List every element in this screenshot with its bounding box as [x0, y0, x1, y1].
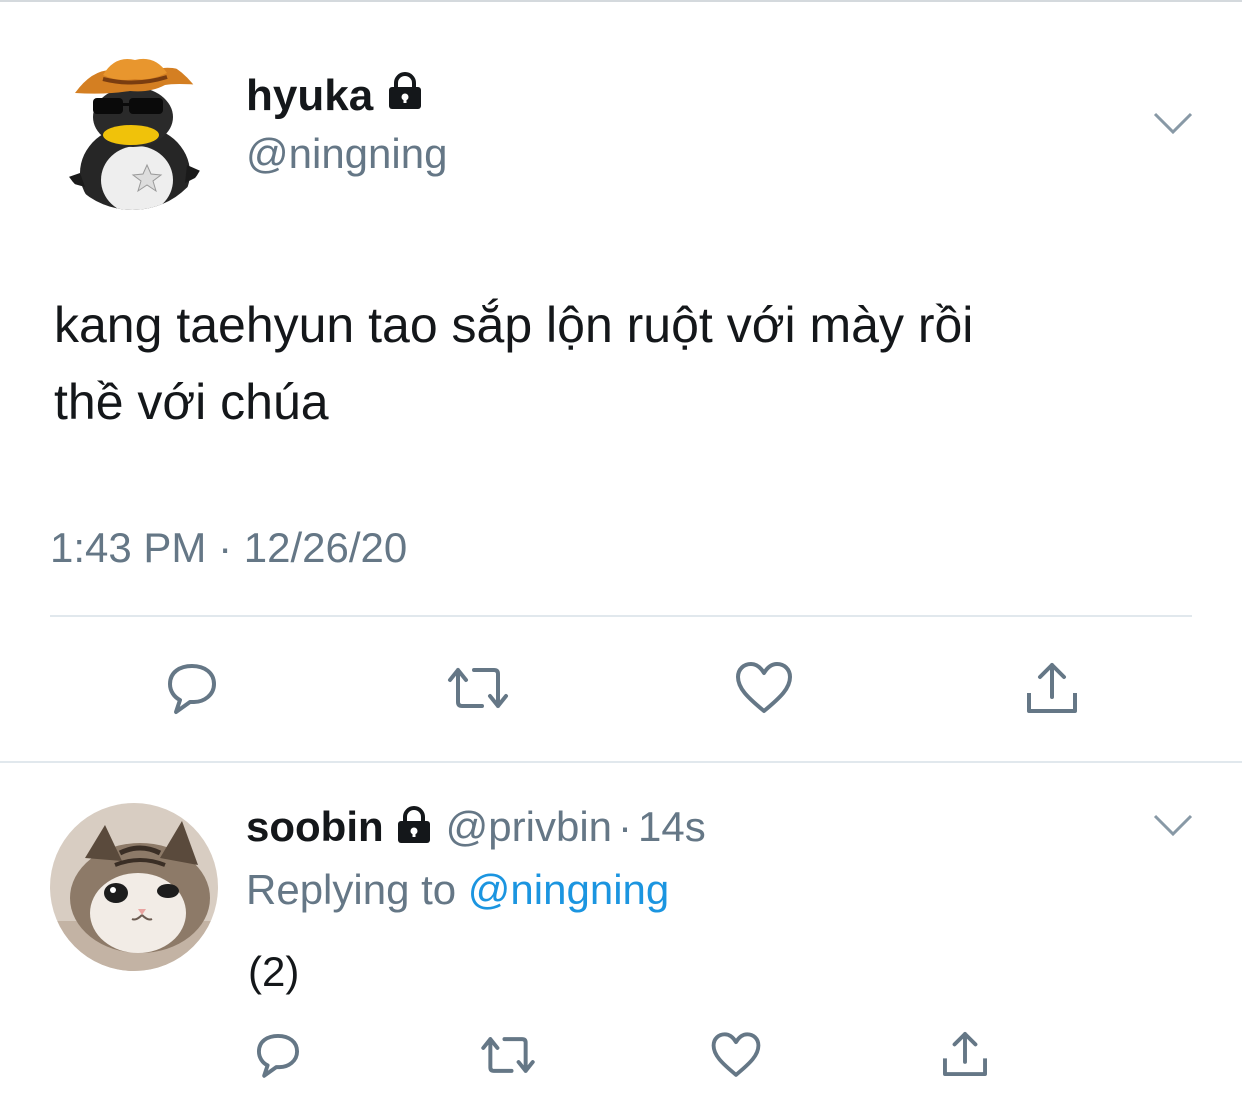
- avatar-soobin[interactable]: [50, 803, 218, 971]
- main-like-button[interactable]: [724, 652, 804, 724]
- thread-divider: [0, 761, 1242, 763]
- retweet-icon: [448, 668, 508, 708]
- share-icon: [943, 1032, 987, 1076]
- reply-tweet-text: (2): [248, 948, 300, 995]
- main-display-name[interactable]: hyuka: [246, 70, 423, 122]
- main-share-button[interactable]: [1012, 652, 1092, 724]
- lock-icon: [387, 71, 423, 122]
- reply-share-button[interactable]: [934, 1024, 996, 1084]
- top-border: [0, 0, 1242, 2]
- share-icon: [1027, 663, 1077, 713]
- retweet-icon: [481, 1037, 535, 1073]
- stats-divider: [50, 615, 1192, 617]
- chevron-down-icon[interactable]: [1150, 810, 1196, 845]
- main-retweet-button[interactable]: [438, 652, 518, 724]
- main-tweet-text-line1: kang taehyun tao sắp lộn ruột với mày rồ…: [54, 297, 974, 353]
- reply-handle[interactable]: @privbin: [446, 803, 612, 851]
- avatar-hyuka[interactable]: [55, 55, 210, 210]
- like-icon: [736, 662, 792, 713]
- reply-display-name[interactable]: soobin: [246, 803, 384, 851]
- reply-icon: [256, 1033, 300, 1078]
- main-reply-button[interactable]: [152, 652, 232, 724]
- reply-age[interactable]: 14s: [638, 803, 706, 851]
- reply-icon: [168, 664, 216, 714]
- main-handle[interactable]: @ningning: [246, 130, 447, 178]
- like-icon: [711, 1032, 761, 1077]
- reply-like-button[interactable]: [706, 1026, 766, 1084]
- reply-header: soobin @privbin · 14s: [246, 802, 706, 852]
- reply-retweet-button[interactable]: [476, 1026, 540, 1084]
- reply-separator: ·: [618, 803, 633, 850]
- replying-prefix: Replying to: [246, 866, 468, 913]
- main-name-text: hyuka: [246, 71, 374, 120]
- main-timestamp[interactable]: 1:43 PM · 12/26/20: [50, 524, 407, 572]
- main-tweet-text-line2: thề với chúa: [54, 374, 329, 430]
- reply-reply-button[interactable]: [248, 1026, 308, 1084]
- replying-to: Replying to @ningning: [246, 866, 669, 914]
- lock-icon: [396, 805, 432, 850]
- chevron-down-icon[interactable]: [1150, 108, 1196, 143]
- replying-handle-link[interactable]: @ningning: [468, 866, 669, 914]
